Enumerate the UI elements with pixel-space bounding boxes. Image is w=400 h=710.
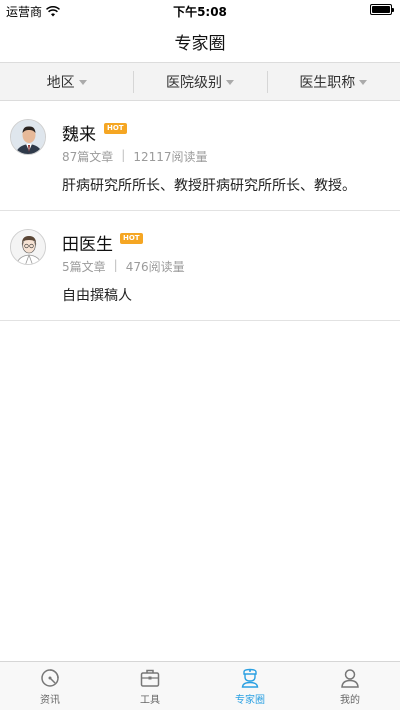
stat-divider: | bbox=[121, 148, 126, 162]
article-count: 5篇文章 bbox=[62, 260, 106, 274]
battery-icon bbox=[370, 4, 394, 15]
status-time: 下午5:08 bbox=[173, 5, 227, 19]
caret-down-icon bbox=[78, 79, 87, 85]
hot-badge: HOT bbox=[120, 233, 143, 244]
filter-doctor-title[interactable]: 医生职称 bbox=[266, 63, 400, 100]
stat-divider: | bbox=[113, 258, 118, 272]
read-count: 476阅读量 bbox=[125, 260, 185, 274]
tab-tools-label: 工具 bbox=[140, 695, 160, 706]
tab-mine[interactable]: 我的 bbox=[300, 662, 400, 710]
filter-doctor-title-label: 医生职称 bbox=[299, 74, 356, 91]
expert-card[interactable]: 田医生 HOT 5篇文章 | 476阅读量 自由撰稿人 bbox=[0, 211, 400, 321]
doctor-icon bbox=[241, 668, 259, 688]
tab-expert-circle[interactable]: 专家圈 bbox=[200, 662, 300, 710]
read-count: 12117阅读量 bbox=[133, 150, 208, 164]
tab-bar: 资讯 工具 专家圈 我的 bbox=[0, 661, 400, 710]
expert-name: 魏来 bbox=[62, 125, 96, 145]
expert-list: 魏来 HOT 87篇文章 | 12117阅读量 肝病研究所所长、教授肝病研究所所… bbox=[0, 101, 400, 321]
tab-mine-label: 我的 bbox=[340, 695, 360, 706]
article-count: 87篇文章 bbox=[62, 150, 114, 164]
filter-hospital-level[interactable]: 医院级别 bbox=[133, 63, 266, 100]
avatar bbox=[10, 229, 46, 265]
expert-stats: 87篇文章 | 12117阅读量 bbox=[62, 148, 208, 165]
filter-region[interactable]: 地区 bbox=[0, 63, 133, 100]
news-icon bbox=[41, 669, 59, 687]
tab-news[interactable]: 资讯 bbox=[0, 662, 100, 710]
avatar bbox=[10, 119, 46, 155]
page-title: 专家圈 bbox=[174, 33, 226, 54]
user-icon bbox=[341, 669, 359, 688]
nav-bar: 专家圈 bbox=[0, 20, 400, 62]
expert-name: 田医生 bbox=[62, 235, 113, 255]
status-right bbox=[370, 4, 394, 15]
tab-expert-circle-label: 专家圈 bbox=[235, 695, 265, 706]
filter-region-label: 地区 bbox=[46, 74, 75, 91]
expert-stats: 5篇文章 | 476阅读量 bbox=[62, 258, 185, 275]
toolbox-icon bbox=[140, 669, 160, 687]
filter-bar: 地区 医院级别 医生职称 bbox=[0, 62, 400, 101]
caret-down-icon bbox=[225, 79, 234, 85]
expert-card[interactable]: 魏来 HOT 87篇文章 | 12117阅读量 肝病研究所所长、教授肝病研究所所… bbox=[0, 101, 400, 211]
expert-bio: 自由撰稿人 bbox=[62, 288, 132, 304]
caret-down-icon bbox=[359, 79, 368, 85]
tab-news-label: 资讯 bbox=[40, 695, 60, 706]
status-bar: 运营商 下午5:08 bbox=[0, 0, 400, 20]
tab-tools[interactable]: 工具 bbox=[100, 662, 200, 710]
filter-hospital-level-label: 医院级别 bbox=[165, 74, 222, 91]
hot-badge: HOT bbox=[104, 123, 127, 134]
expert-bio: 肝病研究所所长、教授肝病研究所所长、教授。 bbox=[62, 178, 356, 194]
